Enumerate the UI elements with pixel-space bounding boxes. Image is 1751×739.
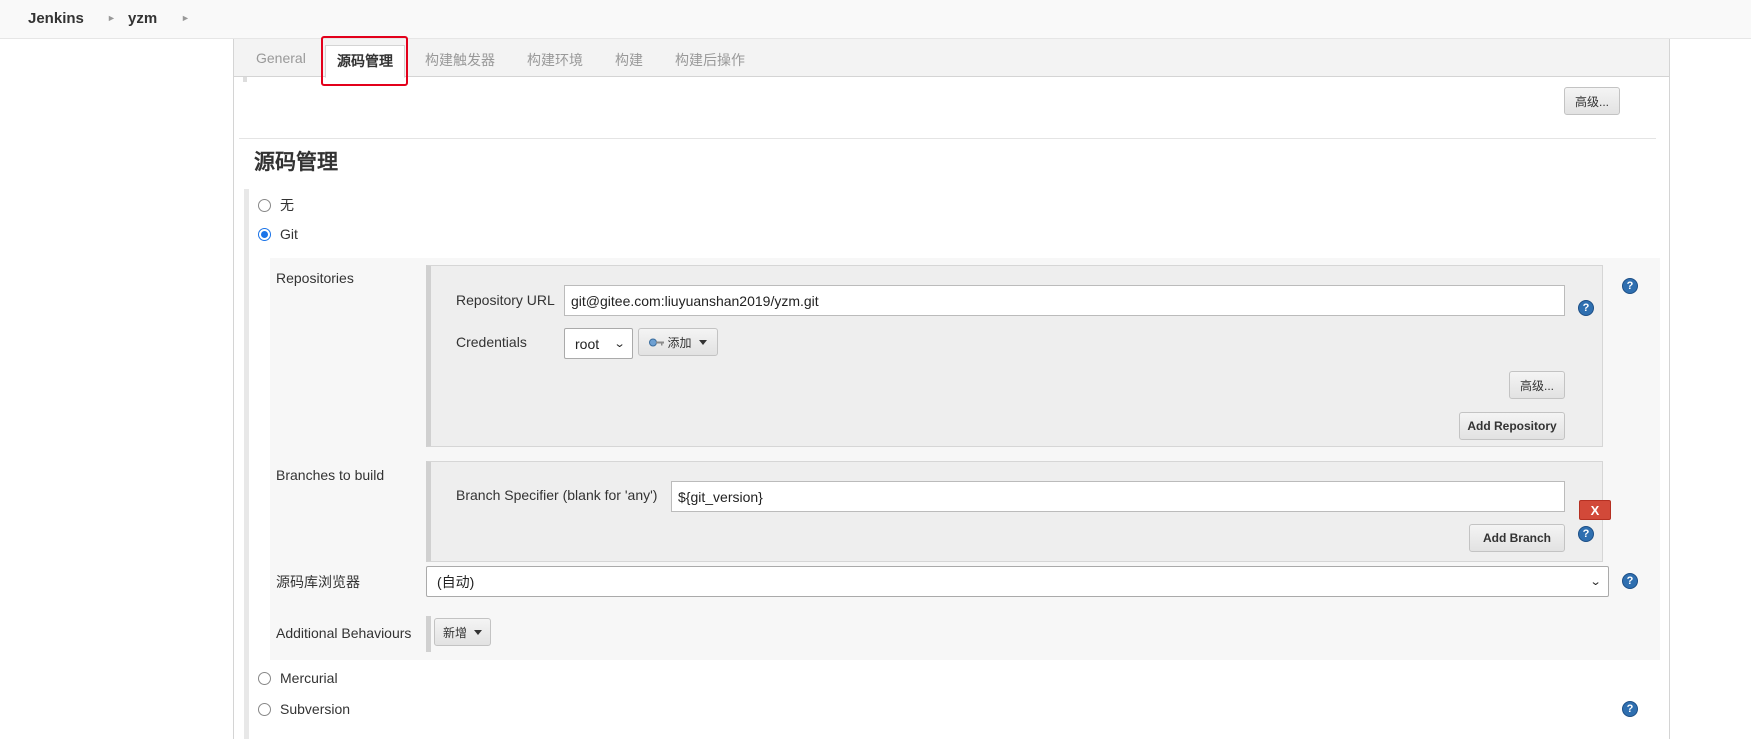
section-title: 源码管理 [254, 151, 338, 174]
branches-label: Branches to build [276, 467, 385, 483]
scm-option-mercurial-label: Mercurial [280, 670, 338, 686]
repository-panel: Repository URL git@gitee.com:liuyuanshan… [426, 265, 1603, 447]
repository-url-input[interactable]: git@gitee.com:liuyuanshan2019/yzm.git [564, 285, 1565, 316]
help-branch-specifier-icon[interactable]: ? [1578, 526, 1594, 542]
add-branch-button[interactable]: Add Branch [1469, 524, 1565, 552]
branch-panel: Branch Specifier (blank for 'any') ${git… [426, 461, 1603, 562]
caret-down-icon [698, 339, 707, 345]
credentials-select[interactable]: root ⌄ [564, 328, 633, 359]
advanced-button-top[interactable]: 高级... [1564, 87, 1620, 115]
scm-option-none[interactable]: 无 [258, 195, 294, 215]
repo-browser-label: 源码库浏览器 [276, 574, 360, 590]
delete-branch-button[interactable]: X [1579, 500, 1611, 520]
add-behaviour-label: 新增 [442, 625, 467, 640]
add-repository-button[interactable]: Add Repository [1459, 412, 1565, 440]
tab-scm[interactable]: 源码管理 [325, 45, 405, 78]
chevron-down-icon: ⌄ [613, 338, 626, 350]
chevron-down-icon: ⌄ [1589, 576, 1602, 588]
section-indent-bar [244, 189, 249, 739]
help-repositories-icon[interactable]: ? [1622, 278, 1638, 294]
tab-general[interactable]: General [256, 50, 306, 66]
additional-behaviours-label: Additional Behaviours [276, 625, 412, 641]
radio-none[interactable] [258, 198, 271, 212]
divider-tick [243, 77, 247, 82]
repository-advanced-button[interactable]: 高级... [1509, 371, 1565, 399]
help-repo-browser-icon[interactable]: ? [1622, 573, 1638, 589]
scm-option-git[interactable]: Git [258, 226, 298, 242]
repository-url-label: Repository URL [456, 292, 555, 308]
add-behaviour-button[interactable]: 新增 [434, 618, 491, 646]
scm-option-subversion-label: Subversion [280, 701, 351, 717]
branch-specifier-label: Branch Specifier (blank for 'any') [456, 487, 658, 503]
scm-option-git-label: Git [280, 226, 298, 242]
repo-browser-select[interactable]: (自动) ⌄ [426, 566, 1609, 597]
key-icon [649, 338, 665, 346]
git-config-block: Repositories Repository URL git@gitee.co… [270, 258, 1660, 660]
add-credentials-label: 添加 [667, 335, 692, 350]
credentials-value: root [575, 335, 600, 352]
radio-subversion[interactable] [258, 702, 271, 716]
section-divider [239, 138, 1656, 139]
breadcrumb-chevron-icon[interactable]: ► [107, 13, 116, 23]
tab-build[interactable]: 构建 [615, 50, 643, 70]
tab-post-build[interactable]: 构建后操作 [675, 50, 745, 70]
radio-git[interactable] [258, 227, 271, 241]
help-subversion-icon[interactable]: ? [1622, 701, 1638, 717]
credentials-label: Credentials [456, 334, 527, 350]
radio-mercurial[interactable] [258, 671, 271, 685]
breadcrumb: Jenkins ► yzm ► [0, 0, 1751, 39]
repositories-label: Repositories [276, 270, 354, 286]
help-repository-url-icon[interactable]: ? [1578, 300, 1594, 316]
add-credentials-button[interactable]: 添加 [638, 328, 718, 356]
tab-build-environment[interactable]: 构建环境 [527, 50, 583, 70]
breadcrumb-yzm[interactable]: yzm [128, 10, 157, 27]
scm-option-mercurial[interactable]: Mercurial [258, 670, 338, 686]
repo-browser-value: (自动) [437, 573, 475, 590]
config-panel: General 源码管理 构建触发器 构建环境 构建 构建后操作 高级... 源… [233, 36, 1670, 739]
behaviours-indent-bar [426, 616, 431, 652]
branch-specifier-input[interactable]: ${git_version} [671, 481, 1565, 512]
breadcrumb-chevron-icon[interactable]: ► [181, 13, 190, 23]
caret-down-icon [474, 629, 482, 635]
tab-build-triggers[interactable]: 构建触发器 [425, 50, 495, 70]
config-tab-bar: General 源码管理 构建触发器 构建环境 构建 构建后操作 [234, 39, 1669, 78]
breadcrumb-jenkins[interactable]: Jenkins [28, 10, 84, 27]
scm-option-none-label: 无 [280, 197, 294, 213]
scm-option-subversion[interactable]: Subversion [258, 701, 350, 717]
